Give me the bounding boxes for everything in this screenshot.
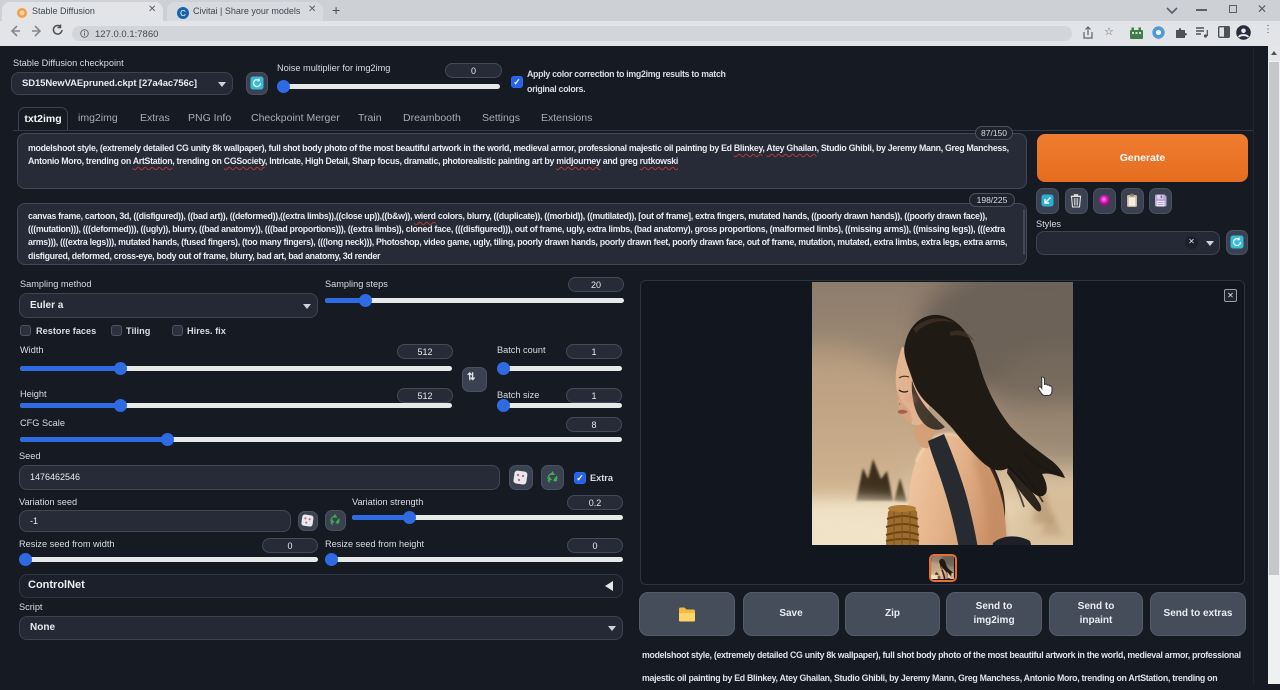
svg-text:C: C	[180, 9, 186, 18]
